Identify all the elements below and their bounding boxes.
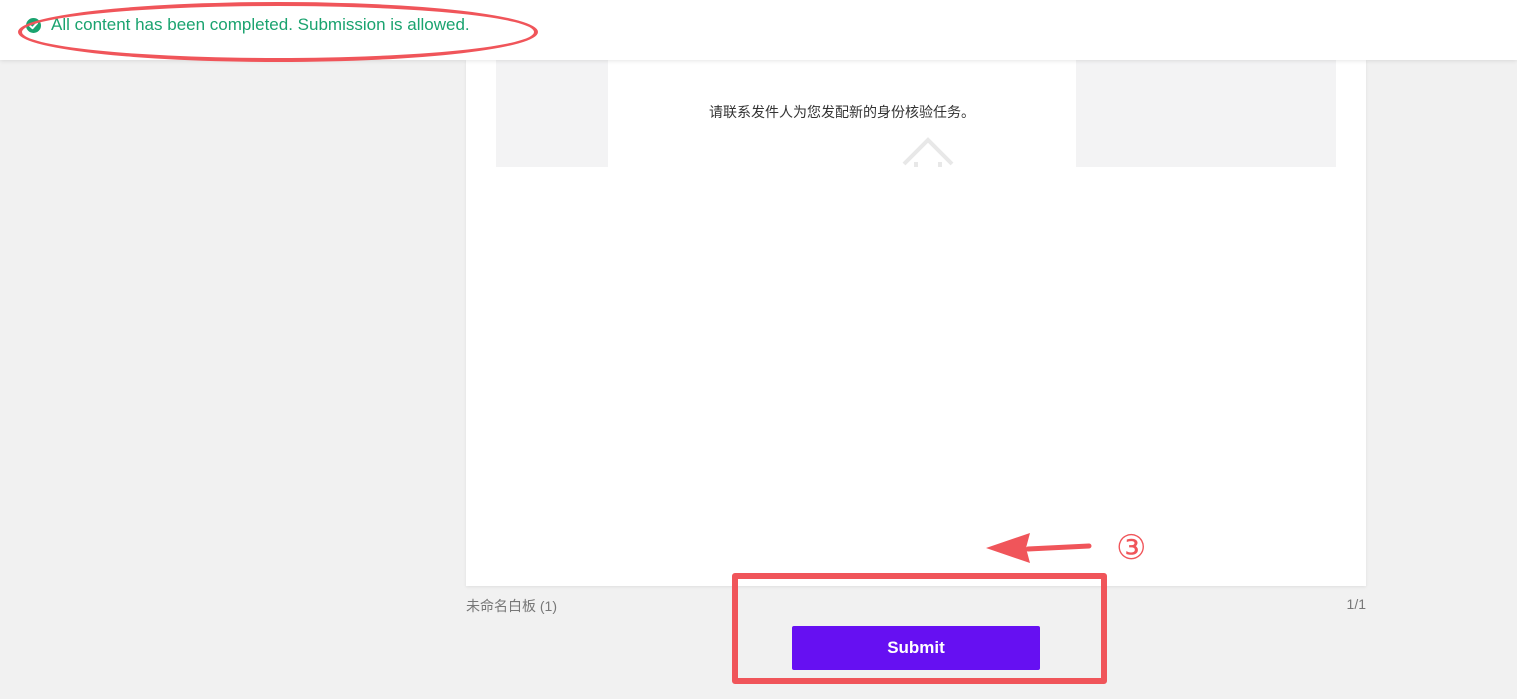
preview-message: 请联系发件人为您发配新的身份核验任务。 [709, 104, 975, 120]
annotation-step-label: ③ [1116, 528, 1147, 568]
preview-page: 请联系发件人为您发配新的身份核验任务。 [608, 60, 1076, 167]
annotation-highlight-ellipse [18, 2, 538, 62]
annotation-highlight-box [732, 573, 1107, 684]
document-preview-panel: 请联系发件人为您发配新的身份核验任务。 [466, 60, 1366, 586]
page-indicator: 1/1 [1346, 596, 1366, 612]
home-icon [898, 130, 958, 167]
document-name: 未命名白板 (1) [466, 598, 557, 614]
annotation-arrow-icon [982, 528, 1094, 568]
